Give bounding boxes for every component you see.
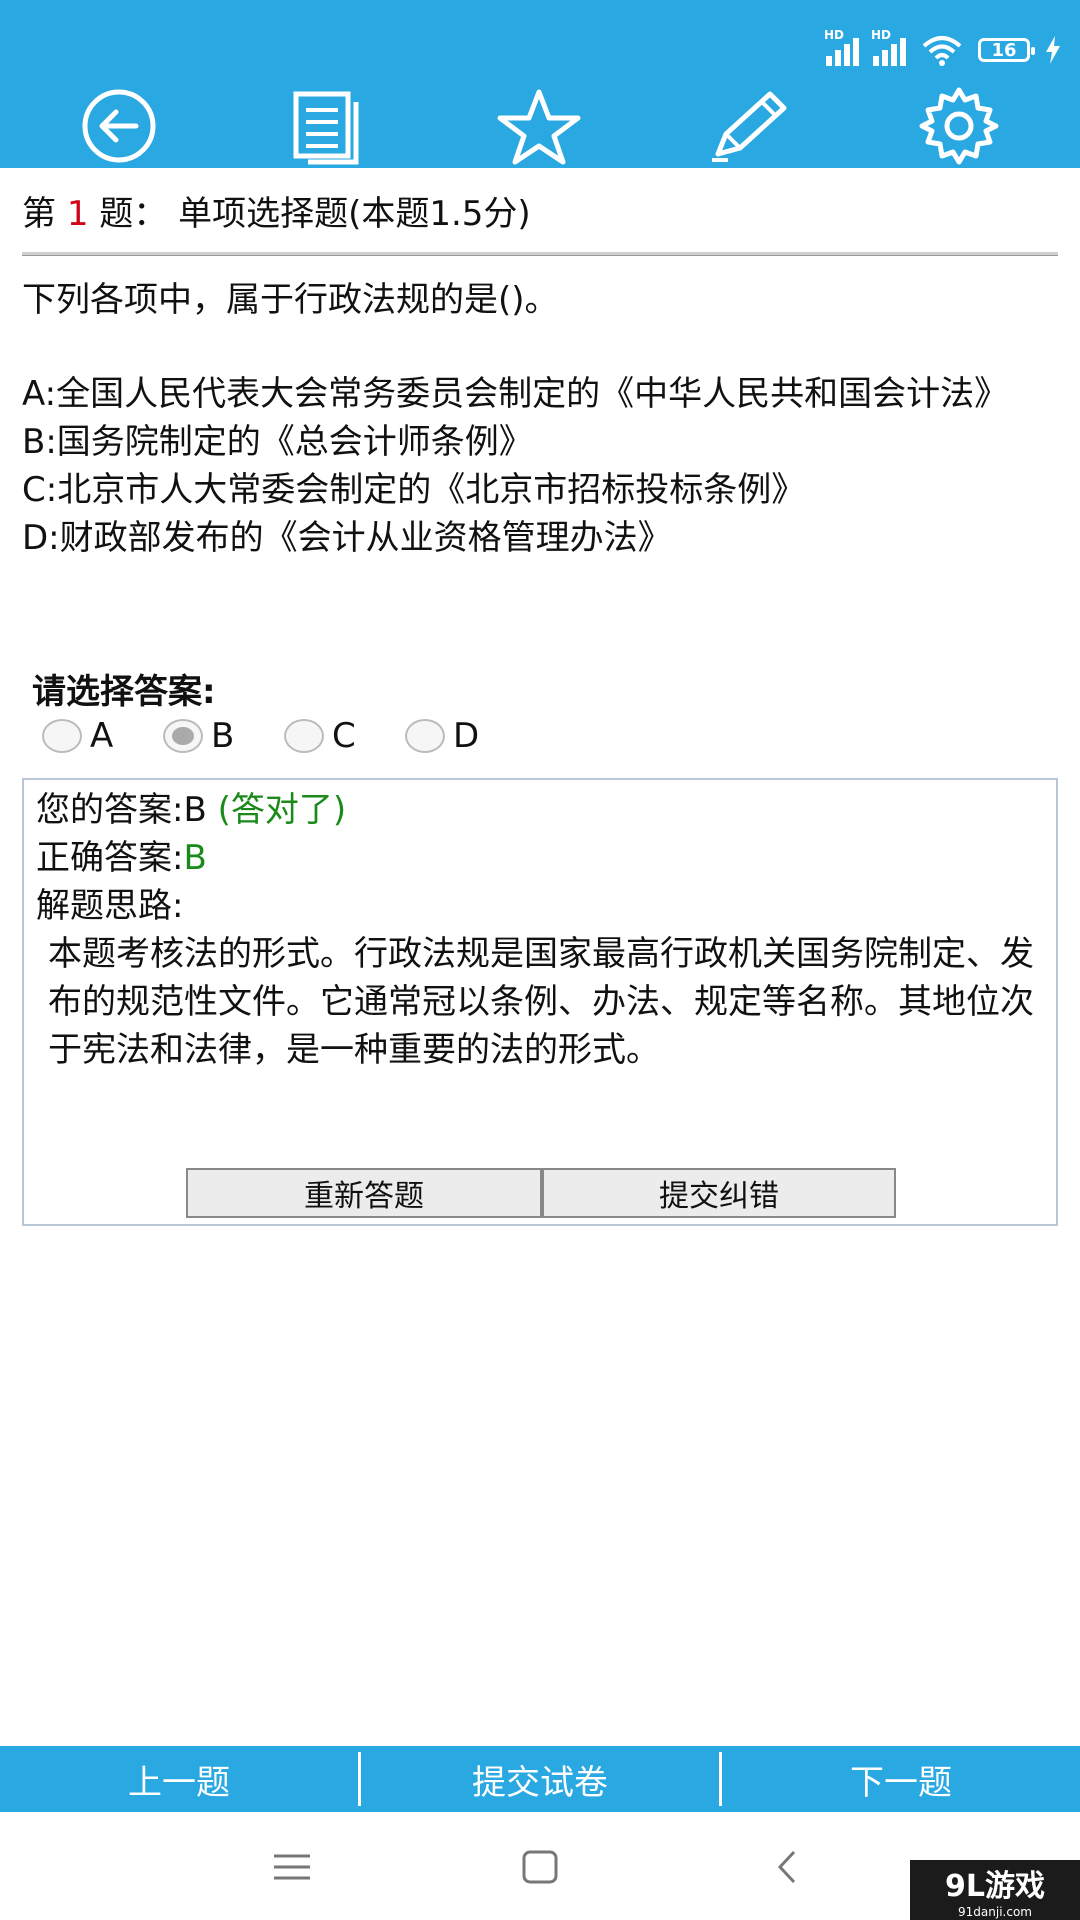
option-c: C:北京市人大常委会制定的《北京市招标投标条例》 xyxy=(22,470,806,510)
signal-icon: HD xyxy=(824,28,859,66)
submit-exam-button[interactable]: 提交试卷 xyxy=(361,1746,719,1812)
next-question-button[interactable]: 下一题 xyxy=(722,1746,1080,1812)
result-panel: 您的答案:B (答对了) 正确答案:B 解题思路: 本题考核法的形式。行政法规是… xyxy=(22,778,1058,1226)
explain-label: 解题思路: xyxy=(36,886,184,926)
correct-answer-line: 正确答案:B xyxy=(36,834,207,882)
divider xyxy=(22,252,1058,256)
correct-answer-value: B xyxy=(183,838,207,878)
charging-icon xyxy=(1046,36,1060,64)
your-answer-line: 您的答案:B (答对了) xyxy=(36,786,346,834)
report-error-button[interactable]: 提交纠错 xyxy=(542,1168,896,1218)
radio-label-c: C xyxy=(332,716,356,756)
pencil-icon[interactable] xyxy=(704,86,794,166)
radio-circle-a[interactable] xyxy=(42,719,82,753)
back-icon[interactable] xyxy=(74,86,164,166)
radio-d[interactable]: D xyxy=(405,716,526,756)
option-a: A:全国人民代表大会常务委员会制定的《中华人民共和国会计法》 xyxy=(22,374,1009,414)
signal-icon-2: HD xyxy=(871,28,906,66)
watermark-site: 91danji.com xyxy=(958,1905,1032,1919)
system-nav-bar: 9L游戏 91danji.com xyxy=(0,1812,1080,1920)
question-type: 题： 单项选择题(本题1.5分) xyxy=(99,194,531,234)
hd-label: HD xyxy=(824,28,845,42)
status-bar: HD HD 16 xyxy=(824,28,1062,70)
answer-status: (答对了) xyxy=(217,790,347,830)
battery-icon: 16 xyxy=(978,38,1035,62)
question-prefix: 第 xyxy=(22,194,56,234)
top-bar: HD HD 16 xyxy=(0,0,1080,168)
radio-a[interactable]: A xyxy=(42,716,163,756)
radio-c[interactable]: C xyxy=(284,716,405,756)
answer-radio-group: A B C D xyxy=(42,716,526,756)
your-answer: 您的答案:B xyxy=(36,790,207,830)
option-d: D:财政部发布的《会计从业资格管理办法》 xyxy=(22,518,672,558)
question-number: 1 xyxy=(66,194,89,234)
document-icon[interactable] xyxy=(284,86,374,166)
retry-button[interactable]: 重新答题 xyxy=(186,1168,542,1218)
question-text: 下列各项中，属于行政法规的是()。 xyxy=(22,280,559,320)
radio-label-d: D xyxy=(453,716,480,756)
watermark-logo: 9L游戏 91danji.com xyxy=(910,1860,1080,1920)
radio-circle-c[interactable] xyxy=(284,719,324,753)
choose-answer-label: 请选择答案: xyxy=(32,672,216,712)
back-nav-icon[interactable] xyxy=(758,1842,818,1892)
prev-question-button[interactable]: 上一题 xyxy=(0,1746,358,1812)
star-icon[interactable] xyxy=(494,86,584,166)
home-icon[interactable] xyxy=(510,1842,570,1892)
explain-text: 本题考核法的形式。行政法规是国家最高行政机关国务院制定、发布的规范性文件。它通常… xyxy=(48,934,1034,1070)
radio-b[interactable]: B xyxy=(163,716,284,756)
radio-label-a: A xyxy=(90,716,114,756)
option-list: A:全国人民代表大会常务委员会制定的《中华人民共和国会计法》 B:国务院制定的《… xyxy=(22,370,1062,562)
gear-icon[interactable] xyxy=(914,86,1004,166)
toolbar xyxy=(0,80,1080,168)
battery-level: 16 xyxy=(991,39,1017,61)
correct-answer-label: 正确答案: xyxy=(36,838,184,878)
question-header: 第 1 题： 单项选择题(本题1.5分) xyxy=(22,186,531,235)
radio-circle-d[interactable] xyxy=(405,719,445,753)
option-b: B:国务院制定的《总会计师条例》 xyxy=(22,422,533,462)
radio-circle-b[interactable] xyxy=(163,719,203,753)
bottom-nav: 上一题 提交试卷 下一题 xyxy=(0,1746,1080,1812)
wifi-icon xyxy=(922,36,962,66)
menu-icon[interactable] xyxy=(262,1842,322,1892)
watermark-brand: 9L游戏 xyxy=(945,1869,1045,1904)
radio-label-b: B xyxy=(211,716,235,756)
hd-label-2: HD xyxy=(871,28,892,42)
